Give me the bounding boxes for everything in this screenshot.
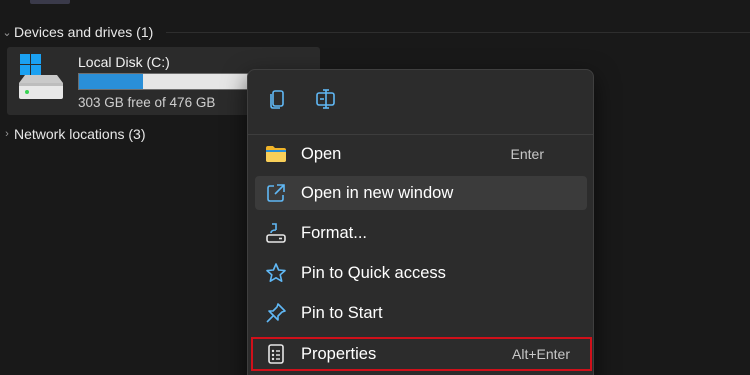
section-divider [166, 32, 750, 33]
devices-header-label: Devices and drives (1) [14, 24, 154, 40]
menu-item-label: Open [301, 144, 342, 163]
folder-icon [264, 142, 288, 166]
drive-usage-fill [79, 74, 144, 89]
star-icon [264, 261, 288, 285]
menu-item-format[interactable]: Format... [255, 216, 587, 250]
drive-free-space: 303 GB free of 476 GB [78, 95, 216, 110]
menu-item-shortcut: Enter [510, 146, 544, 162]
open-new-window-icon [264, 181, 288, 205]
pin-icon [264, 301, 288, 325]
network-locations-header[interactable]: › Network locations (3) [0, 123, 260, 145]
address-bar-edge [30, 0, 70, 4]
menu-item-label: Properties [301, 344, 377, 363]
menu-item-label: Open in new window [301, 183, 454, 202]
menu-item-pin-to-quick-access[interactable]: Pin to Quick access [255, 256, 587, 290]
rename-icon [316, 89, 335, 109]
menu-item-label: Pin to Start [301, 303, 383, 322]
drive-usage-bar [78, 73, 258, 90]
hard-drive-windows-icon [19, 54, 63, 99]
menu-item-open[interactable]: Open Enter [255, 137, 587, 171]
chevron-right-icon[interactable]: › [0, 128, 14, 140]
properties-icon [264, 342, 288, 366]
context-menu-toolbar [248, 70, 593, 128]
drive-name: Local Disk (C:) [78, 54, 170, 70]
menu-item-pin-to-start[interactable]: Pin to Start [255, 296, 587, 330]
rename-button[interactable] [310, 84, 342, 114]
network-header-label: Network locations (3) [14, 126, 146, 142]
chevron-down-icon[interactable]: ⌄ [0, 26, 14, 39]
format-icon [264, 221, 288, 245]
menu-item-shortcut: Alt+Enter [512, 346, 570, 362]
menu-item-label: Format... [301, 223, 368, 242]
menu-item-open-in-new-window[interactable]: Open in new window [255, 176, 587, 210]
copy-icon [270, 90, 284, 109]
devices-and-drives-header[interactable]: ⌄ Devices and drives (1) [0, 21, 750, 43]
context-menu: Open Enter Open in new window Format... [247, 69, 594, 375]
copy-button[interactable] [261, 84, 293, 114]
menu-item-properties[interactable]: Properties Alt+Enter [251, 337, 592, 371]
menu-item-label: Pin to Quick access [301, 263, 446, 282]
menu-divider [248, 134, 593, 135]
